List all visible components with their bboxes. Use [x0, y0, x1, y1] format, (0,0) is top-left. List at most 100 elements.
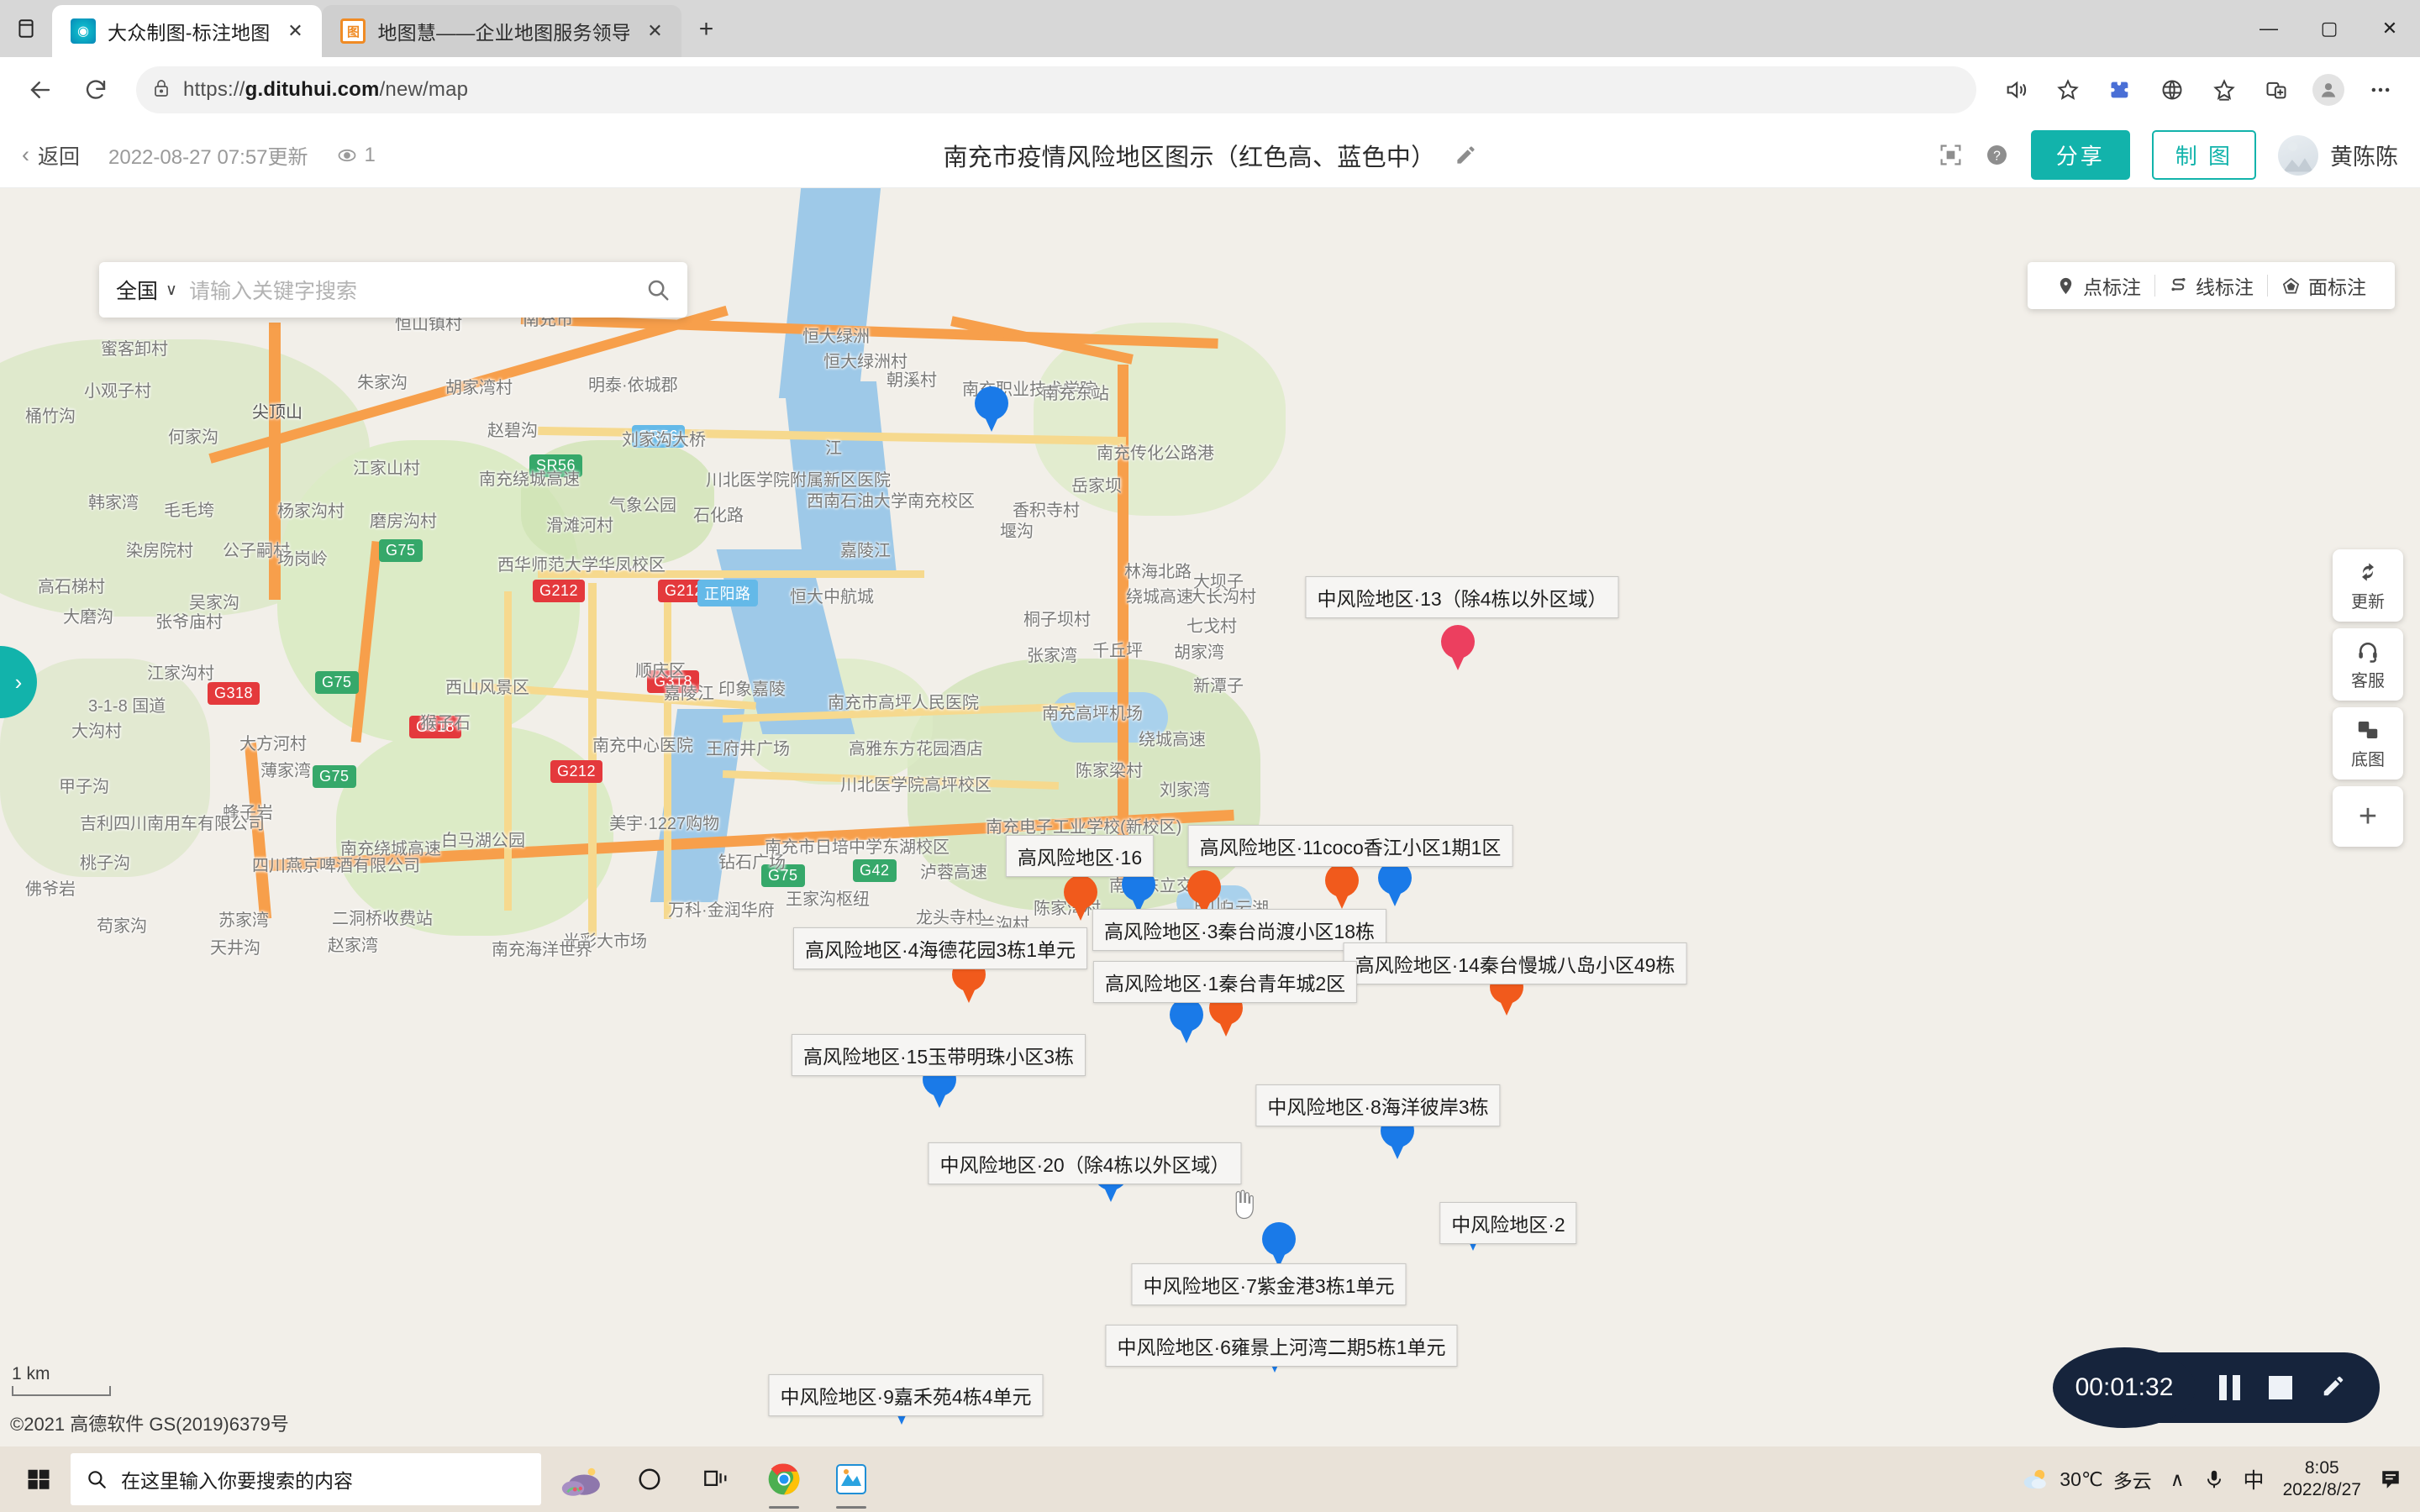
map-marker-red[interactable] [1441, 625, 1475, 670]
risk-area-label[interactable]: 高风险地区·15玉带明珠小区3栋 [791, 1034, 1086, 1076]
pencil-icon[interactable] [1455, 144, 1477, 166]
windows-start-icon[interactable] [7, 1446, 71, 1512]
risk-area-label[interactable]: 高风险地区·11coco香江小区1期1区 [1187, 825, 1513, 867]
user-profile[interactable]: 黄陈陈 [2278, 134, 2398, 176]
risk-area-label[interactable]: 中风险地区·7紫金港3栋1单元 [1131, 1263, 1407, 1305]
reload-icon[interactable] [71, 65, 121, 115]
map-search-box[interactable]: 全国 ∨ 请输入关键字搜索 [99, 262, 687, 318]
search-icon[interactable] [645, 277, 671, 302]
notification-icon[interactable] [2380, 1468, 2402, 1490]
share-button[interactable]: 分享 [2030, 130, 2130, 180]
risk-area-label[interactable]: 高风险地区·3秦台尚渡小区18栋 [1092, 909, 1387, 951]
map-poi-label: 南充高坪机场 [1042, 705, 1143, 723]
map-viewport[interactable]: SR56 SR56 G75 G75 G75 G318 G318 G318 G212 G212 G21… [0, 188, 2420, 1446]
refresh-button[interactable]: 更新 [2333, 549, 2403, 622]
map-poi-label: 猴子石 [420, 714, 471, 732]
risk-area-label[interactable]: 高风险地区·14秦台慢城八岛小区49栋 [1343, 942, 1687, 984]
map-poi-label: 西华师范大学华凤校区 [497, 556, 666, 575]
risk-area-label[interactable]: 高风险地区·16 [1005, 835, 1155, 877]
taskbar-search-box[interactable]: 在这里输入你要搜索的内容 [71, 1453, 541, 1505]
map-poi-label: 王家沟枢纽 [786, 890, 870, 909]
marker-tip [1217, 1016, 1235, 1037]
map-poi-label: 磨房沟村 [370, 512, 437, 531]
tray-weather-desc: 多云 [2112, 1470, 2152, 1492]
zoom-controls: + [2333, 786, 2403, 847]
chrome-icon[interactable] [753, 1446, 815, 1512]
map-poi-label: 泸蓉高速 [920, 864, 987, 882]
question-help-icon[interactable]: ? [1985, 143, 2009, 167]
profile-avatar-icon[interactable] [2304, 66, 2353, 114]
basemap-button[interactable]: 底图 [2333, 707, 2403, 780]
settings-more-icon[interactable] [2356, 66, 2405, 114]
map-marker-blue[interactable] [1378, 861, 1412, 906]
read-aloud-icon[interactable] [1991, 66, 2040, 114]
polygon-annotation-button[interactable]: 面标注 [2268, 271, 2380, 300]
browser-tabstrip: ◉ 大众制图-标注地图 ✕ 图 地图慧——企业地图服务领导品牌 ✕ + — ▢ … [0, 0, 2420, 57]
zoom-in-button[interactable]: + [2333, 786, 2403, 847]
browser-tab-0[interactable]: ◉ 大众制图-标注地图 ✕ [52, 5, 323, 57]
tray-clock[interactable]: 8:05 2022/8/27 [2283, 1457, 2361, 1502]
map-canvas[interactable]: SR56 SR56 G75 G75 G75 G318 G318 G318 G212 G212 G21… [0, 188, 2420, 1446]
tab-close-0[interactable]: ✕ [281, 18, 308, 45]
point-annotation-button[interactable]: 点标注 [2043, 271, 2154, 300]
browser-tab-1[interactable]: 图 地图慧——企业地图服务领导品牌 ✕ [322, 5, 682, 57]
favorite-star-icon[interactable] [2044, 66, 2092, 114]
pencil-icon[interactable] [2321, 1373, 2346, 1403]
risk-area-label[interactable]: 中风险地区·9嘉禾苑4栋4单元 [768, 1374, 1044, 1416]
risk-area-label[interactable]: 高风险地区·4海德花园3栋1单元 [792, 927, 1088, 969]
tab-actions-icon[interactable] [0, 0, 52, 57]
extension-puzzle-icon[interactable] [2096, 66, 2144, 114]
cortana-circle-icon[interactable] [618, 1446, 681, 1512]
tab-close-1[interactable]: ✕ [641, 18, 668, 45]
map-marker-blue[interactable] [975, 386, 1008, 432]
browser-essentials-icon[interactable] [2148, 66, 2196, 114]
map-poi-label: 气象公园 [609, 496, 676, 515]
make-map-button[interactable]: 制 图 [2151, 130, 2256, 180]
svg-text:?: ? [1993, 150, 2001, 164]
map-marker-blue[interactable] [1262, 1222, 1296, 1268]
map-road-shield: G75 [315, 671, 359, 694]
support-button[interactable]: 客服 [2333, 628, 2403, 701]
back-navigation-icon[interactable] [15, 65, 66, 115]
window-maximize-button[interactable]: ▢ [2299, 0, 2360, 57]
map-road-shield: G212 [533, 580, 586, 602]
line-annotation-button[interactable]: 线标注 [2155, 271, 2267, 300]
stop-icon[interactable] [2269, 1376, 2292, 1399]
risk-area-label[interactable]: 中风险地区·8海洋彼岸3栋 [1255, 1084, 1501, 1126]
app-header: ‹ 返回 2022-08-27 07:57更新 1 南充市疫情风险地区图示（红色… [0, 123, 2420, 188]
map-poi-label: 杨家沟村 [277, 502, 345, 521]
pause-icon[interactable] [2219, 1375, 2240, 1400]
risk-area-label[interactable]: 中风险地区·6雍景上河湾二期5栋1单元 [1105, 1325, 1458, 1367]
url-omnibox[interactable]: https://g.dituhui.com/new/map [136, 66, 1976, 113]
map-poi-label: 张家湾 [1027, 647, 1077, 665]
map-marker-blue[interactable] [1170, 998, 1203, 1043]
map-poi-label: 南充市高坪人民医院 [828, 694, 979, 712]
site-lock-icon[interactable] [151, 78, 171, 102]
region-selector[interactable]: 全国 ∨ [116, 275, 177, 305]
marker-tip [1071, 900, 1090, 921]
task-view-icon[interactable] [686, 1446, 748, 1512]
weather-widget-icon[interactable] [551, 1446, 613, 1512]
risk-area-label[interactable]: 高风险地区·1秦台青年城2区 [1092, 961, 1358, 1003]
risk-area-label[interactable]: 中风险地区·13（除4栋以外区域） [1305, 576, 1619, 618]
risk-area-label[interactable]: 中风险地区·2 [1439, 1202, 1577, 1244]
search-input[interactable]: 请输入关键字搜索 [189, 275, 634, 305]
risk-area-label[interactable]: 中风险地区·20（除4栋以外区域） [928, 1142, 1242, 1184]
point-annotation-label: 点标注 [2083, 276, 2141, 298]
dituhui-app-icon[interactable] [820, 1446, 882, 1512]
tray-weather[interactable]: 30℃ 多云 [2021, 1465, 2152, 1494]
ime-language-indicator[interactable]: 中 [2244, 1464, 2265, 1494]
window-close-button[interactable]: ✕ [2360, 0, 2420, 57]
search-icon [88, 1471, 106, 1488]
chevron-up-icon[interactable]: ∧ [2170, 1468, 2185, 1491]
map-poi-label: 美宇·1227购物 [609, 815, 720, 833]
fullscreen-icon[interactable] [1939, 143, 1963, 167]
new-tab-button[interactable]: + [681, 5, 730, 54]
map-marker-orange[interactable] [1325, 864, 1359, 909]
window-minimize-button[interactable]: — [2238, 0, 2299, 57]
url-text: https://g.dituhui.com/new/map [183, 78, 469, 101]
split-screen-icon[interactable] [2252, 66, 2301, 114]
microphone-icon[interactable] [2203, 1468, 2225, 1490]
collections-icon[interactable] [2200, 66, 2249, 114]
back-button[interactable]: ‹ 返回 [22, 140, 80, 171]
